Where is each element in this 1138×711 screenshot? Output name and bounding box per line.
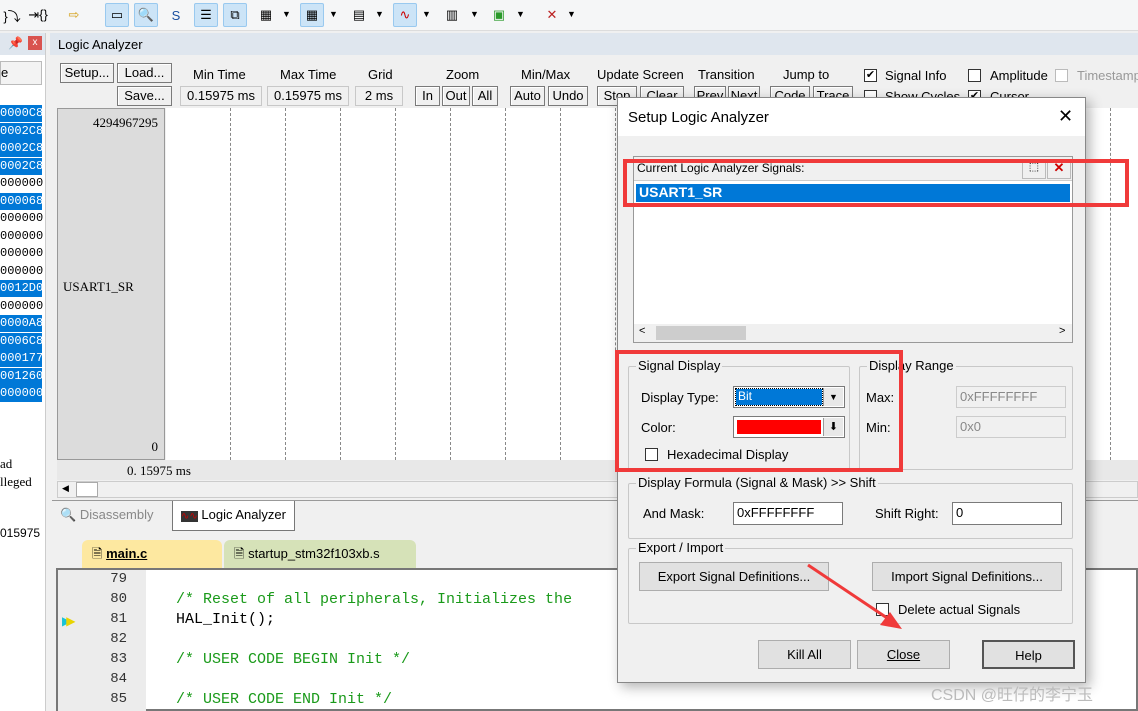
- watermark: CSDN @旺仔的李宁玉: [931, 687, 1094, 704]
- annotation-arrow: [807, 563, 902, 629]
